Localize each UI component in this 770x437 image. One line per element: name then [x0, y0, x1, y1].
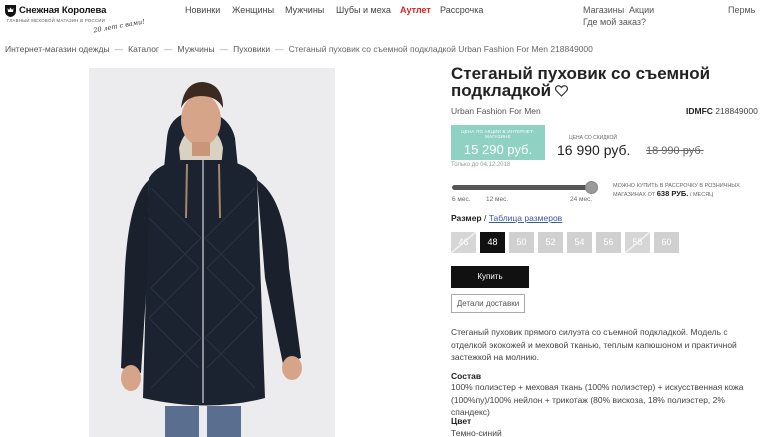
size-option-label: 48 [487, 237, 498, 247]
product-brand[interactable]: Urban Fashion For Men [451, 106, 541, 116]
city-selector[interactable]: Пермь [728, 5, 755, 15]
size-option: 46 [451, 232, 476, 253]
product-description: Стеганый пуховик прямого силуэта со съем… [451, 327, 737, 362]
logo-name: Снежная Королева [19, 5, 107, 16]
product-title: Стеганый пуховик со съемной подкладкой [451, 65, 751, 99]
installment-tick: 24 мес. [570, 196, 593, 203]
size-option-label: 54 [574, 237, 585, 247]
size-option[interactable]: 56 [596, 232, 621, 253]
sku-value: 218849000 [715, 106, 758, 116]
nav-outlet[interactable]: Аутлет [400, 5, 431, 15]
installment-amount: 638 руб. [656, 189, 689, 198]
model-in-jacket-image [89, 68, 335, 437]
breadcrumb-separator: — [114, 44, 124, 54]
breadcrumb-item[interactable]: Мужчины [178, 44, 215, 54]
buy-button[interactable]: Купить [451, 266, 529, 288]
size-option[interactable]: 52 [538, 232, 563, 253]
logo-tagline: главный меховой магазин в России [7, 18, 106, 23]
breadcrumb-item[interactable]: Каталог [128, 44, 159, 54]
breadcrumb-item[interactable]: Пуховики [233, 44, 270, 54]
installment-slider[interactable] [452, 181, 598, 194]
promo-until: Только до 04.12.2018 [451, 162, 511, 168]
old-price-value: 18 990 руб. [646, 145, 704, 157]
installment-period: / месяц [689, 192, 714, 198]
unavailable-strike-icon [625, 232, 650, 253]
size-option-label: 52 [545, 237, 556, 247]
color-heading: Цвет [451, 416, 472, 426]
composition-heading: Состав [451, 371, 482, 381]
favorite-heart-icon[interactable] [555, 85, 569, 97]
stores-link[interactable]: Магазины [583, 5, 624, 15]
promos-link[interactable]: Акции [629, 5, 654, 15]
sku-label: IDMFC [686, 106, 713, 116]
size-option[interactable]: 54 [567, 232, 592, 253]
discount-price-value: 16 990 руб. [557, 142, 631, 158]
installment-slider-handle[interactable] [585, 181, 598, 194]
crown-logo-icon [5, 5, 16, 17]
promo-price-badge: цена по акции в интернет-магазине 15 290… [451, 125, 545, 160]
product-title-text: Стеганый пуховик со съемной подкладкой [451, 64, 711, 100]
size-table-link[interactable]: Таблица размеров [489, 213, 563, 223]
breadcrumb-current: Стеганый пуховик со съемной подкладкой U… [288, 44, 593, 54]
discount-price-label: цена со скидкой [569, 135, 617, 141]
size-option-selected[interactable]: 48 [480, 232, 505, 253]
size-label: Размер [451, 213, 482, 223]
nav-women[interactable]: Женщины [232, 5, 274, 15]
product-sku: IDMFC 218849000 [686, 106, 758, 116]
installment-tick: 6 мес. [452, 196, 471, 203]
installment-tick: 12 мес. [486, 196, 509, 203]
size-option-label: 56 [603, 237, 614, 247]
order-status-link[interactable]: Где мой заказ? [583, 17, 646, 27]
size-heading: Размер / Таблица размеров [451, 213, 563, 223]
nav-new[interactable]: Новинки [185, 5, 220, 15]
size-option[interactable]: 50 [509, 232, 534, 253]
composition-text: 100% полиэстер + меховая ткань (100% пол… [451, 382, 744, 417]
product-photo[interactable] [89, 68, 335, 437]
breadcrumb-item[interactable]: Интернет-магазин одежды [5, 44, 110, 54]
size-option-label: 50 [516, 237, 527, 247]
breadcrumb-separator: — [275, 44, 284, 54]
color-value: Темно-синий [451, 428, 502, 437]
breadcrumb-separator: — [164, 44, 173, 54]
size-option: 58 [625, 232, 650, 253]
delivery-details-button[interactable]: Детали доставки [451, 294, 525, 313]
promo-price-value: 15 290 руб. [463, 142, 533, 157]
size-option-label: 60 [661, 237, 672, 247]
promo-price-label: цена по акции в интернет-магазине [461, 129, 535, 139]
size-option[interactable]: 60 [654, 232, 679, 253]
nav-installment[interactable]: Рассрочка [440, 5, 483, 15]
unavailable-strike-icon [451, 232, 476, 253]
breadcrumb-separator: — [219, 44, 229, 54]
installment-note: можно купить в рассрочку в розничных маг… [613, 183, 758, 199]
logo[interactable]: Снежная Королева главный меховой магазин… [5, 3, 155, 35]
nav-men[interactable]: Мужчины [285, 5, 324, 15]
breadcrumb: Интернет-магазин одежды — Каталог — Мужчины —… [5, 44, 593, 54]
nav-furs[interactable]: Шубы и меха [336, 5, 391, 15]
